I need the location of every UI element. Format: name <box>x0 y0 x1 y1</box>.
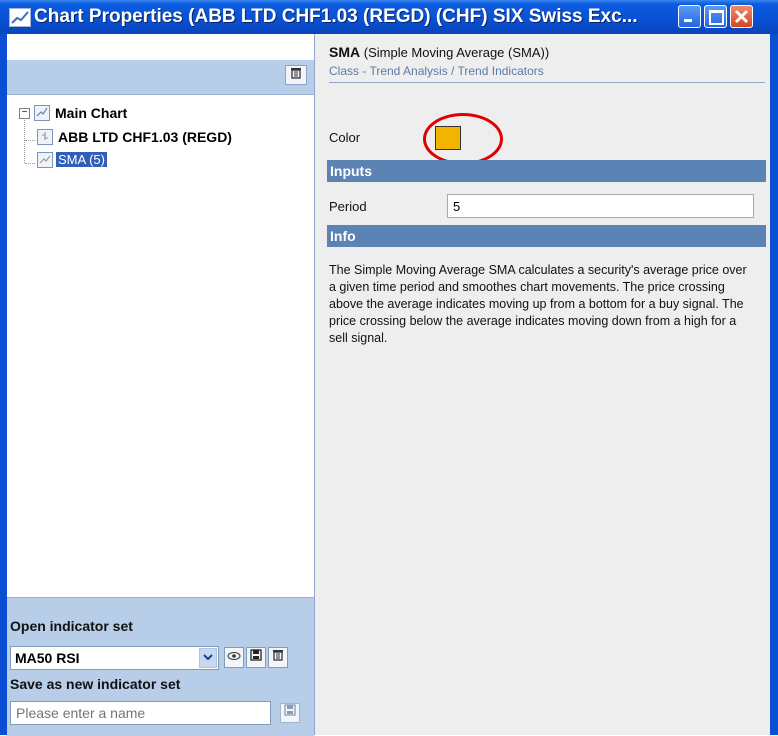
indicator-set-select[interactable]: MA50 RSI <box>10 646 219 670</box>
tree-connector <box>25 140 35 141</box>
indicator-tree-pane: − Main Chart ABB LTD CHF1.03 (REGD) SMA … <box>7 34 315 736</box>
color-label: Color <box>329 130 361 145</box>
open-set-title: Open indicator set <box>10 618 133 634</box>
indicator-class: Class - Trend Analysis / Trend Indicator… <box>329 64 544 78</box>
save-icon[interactable] <box>246 647 266 668</box>
close-icon[interactable] <box>730 5 753 28</box>
minimize-icon[interactable] <box>678 5 701 28</box>
trash-icon[interactable] <box>285 65 307 85</box>
indicator-properties-pane: SMA (Simple Moving Average (SMA)) Class … <box>315 34 770 735</box>
save-set-title: Save as new indicator set <box>10 676 181 692</box>
highlight-ring <box>423 113 503 165</box>
window-title: Chart Properties (ABB LTD CHF1.03 (REGD)… <box>34 6 638 27</box>
indicator-name: SMA <box>329 44 361 60</box>
period-label: Period <box>329 199 367 214</box>
info-header: Info <box>327 225 766 247</box>
tree-node-label-selected: SMA (5) <box>56 152 107 167</box>
info-text: The Simple Moving Average SMA calculates… <box>329 263 747 345</box>
window-frame-right <box>770 34 778 735</box>
indicator-full-name: (Simple Moving Average (SMA)) <box>363 45 550 60</box>
inputs-header: Inputs <box>327 160 766 182</box>
indicator-icon <box>37 152 53 168</box>
price-series-icon <box>37 129 53 145</box>
maximize-icon[interactable] <box>704 5 727 28</box>
trash-icon[interactable] <box>268 647 288 668</box>
tree-node-label: ABB LTD CHF1.03 (REGD) <box>58 129 232 145</box>
save-icon[interactable] <box>280 703 300 723</box>
title-bar[interactable]: Chart Properties (ABB LTD CHF1.03 (REGD)… <box>0 0 778 35</box>
window-frame-left <box>0 34 7 735</box>
new-set-name-input[interactable] <box>10 701 271 725</box>
chart-icon <box>9 8 31 27</box>
tree-expander[interactable]: − <box>19 108 30 119</box>
chevron-down-icon[interactable] <box>199 648 217 668</box>
tree-node-label: Main Chart <box>55 105 128 121</box>
period-input[interactable] <box>447 194 754 218</box>
eye-icon[interactable] <box>224 647 244 668</box>
chart-icon <box>34 105 50 121</box>
divider <box>329 82 765 83</box>
tree-toolbar <box>7 60 314 95</box>
indicator-set-panel: Open indicator set MA50 RSI Save as new … <box>7 597 314 736</box>
selected-set: MA50 RSI <box>15 650 80 666</box>
tree-connector <box>25 163 35 164</box>
indicator-heading: SMA (Simple Moving Average (SMA)) <box>329 44 549 60</box>
